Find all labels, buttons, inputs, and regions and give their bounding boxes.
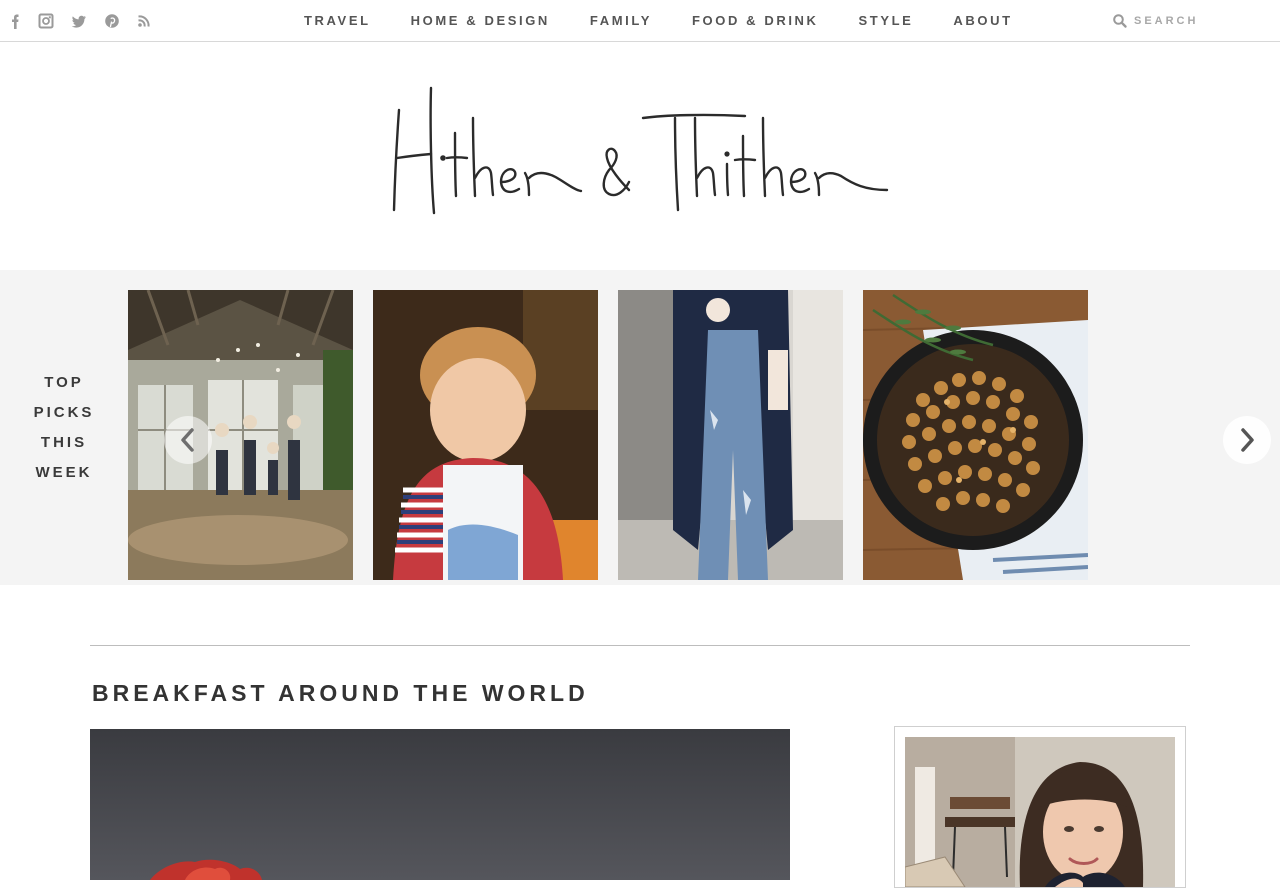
carousel-slide-outfit[interactable]: [618, 290, 843, 580]
top-picks-label: TOP PICKS THIS WEEK: [0, 368, 128, 488]
top-bar: TRAVEL HOME & DESIGN FAMILY FOOD & DRINK…: [0, 0, 1280, 42]
post-hero-image[interactable]: [90, 729, 790, 880]
carousel-next-button[interactable]: [1223, 416, 1271, 464]
search-box: [1112, 10, 1262, 32]
nav-item-family[interactable]: FAMILY: [570, 0, 672, 41]
nav-item-about[interactable]: ABOUT: [933, 0, 1032, 41]
carousel-prev-button[interactable]: [164, 416, 212, 464]
author-profile-card: [894, 726, 1186, 888]
section-divider: [90, 645, 1190, 646]
top-picks-line: PICKS: [33, 404, 95, 421]
twitter-icon[interactable]: [71, 12, 87, 30]
nav-item-food-drink[interactable]: FOOD & DRINK: [672, 0, 839, 41]
nav-item-style[interactable]: STYLE: [839, 0, 934, 41]
top-picks-line: TOP: [44, 374, 84, 391]
facebook-icon[interactable]: [8, 12, 24, 30]
rss-icon[interactable]: [136, 12, 152, 30]
search-input[interactable]: [1134, 10, 1254, 32]
search-icon[interactable]: [1112, 13, 1128, 29]
top-picks-line: WEEK: [35, 464, 93, 481]
carousel-slide-toddler[interactable]: [373, 290, 598, 580]
carousel-slide-family-shed[interactable]: [128, 290, 353, 580]
instagram-icon[interactable]: [38, 12, 54, 30]
nav-item-home-design[interactable]: HOME & DESIGN: [391, 0, 570, 41]
top-picks-line: THIS: [40, 434, 88, 451]
nav-item-travel[interactable]: TRAVEL: [284, 0, 391, 41]
site-logo[interactable]: [385, 78, 895, 223]
carousel-slide-skillet[interactable]: [863, 290, 1088, 580]
top-picks-carousel: TOP PICKS THIS WEEK: [0, 270, 1280, 585]
main-nav: TRAVEL HOME & DESIGN FAMILY FOOD & DRINK…: [284, 0, 1033, 41]
pinterest-icon[interactable]: [104, 12, 120, 30]
post-title[interactable]: BREAKFAST AROUND THE WORLD: [92, 680, 589, 707]
author-photo[interactable]: [905, 737, 1175, 887]
